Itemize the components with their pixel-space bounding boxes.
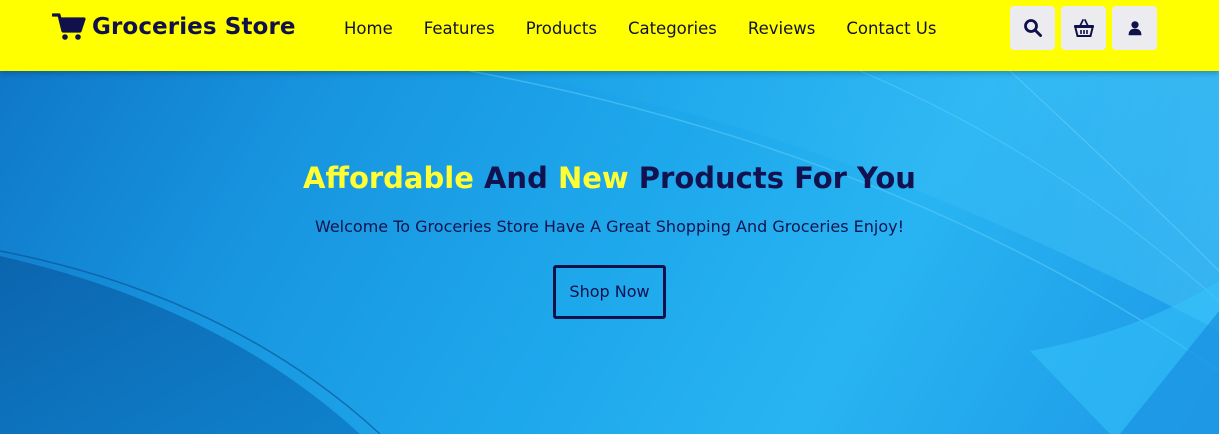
headline-and: And	[483, 161, 548, 195]
nav-home[interactable]: Home	[344, 18, 393, 40]
nav-reviews[interactable]: Reviews	[748, 18, 815, 40]
shop-now-button[interactable]: Shop Now	[553, 265, 666, 319]
hero-subtitle: Welcome To Groceries Store Have A Great …	[314, 217, 905, 236]
nav-contact-us[interactable]: Contact Us	[846, 18, 936, 40]
hero-headline: Affordable And New Products For You	[0, 159, 1219, 197]
basket-button[interactable]	[1061, 6, 1106, 50]
nav-products[interactable]: Products	[526, 18, 597, 40]
headline-highlight-affordable: Affordable	[303, 161, 474, 195]
search-button[interactable]	[1010, 6, 1055, 50]
hero-content: Affordable And New Products For You Welc…	[0, 159, 1219, 319]
header-icons	[1010, 6, 1157, 50]
shopping-cart-icon	[52, 12, 86, 42]
search-icon	[1023, 19, 1042, 37]
user-icon	[1128, 21, 1141, 36]
hero-section: Affordable And New Products For You Welc…	[0, 71, 1219, 434]
nav-features[interactable]: Features	[424, 18, 495, 40]
site-header: Groceries Store Home Features Products C…	[0, 0, 1219, 71]
headline-highlight-new: New	[557, 161, 629, 195]
nav-categories[interactable]: Categories	[628, 18, 717, 40]
basket-icon	[1073, 19, 1094, 37]
headline-products-for-you: Products For You	[638, 161, 916, 195]
main-nav: Home Features Products Categories Review…	[344, 18, 967, 40]
brand-logo[interactable]: Groceries Store	[52, 12, 296, 42]
brand-name: Groceries Store	[92, 14, 296, 40]
account-button[interactable]	[1112, 6, 1157, 50]
